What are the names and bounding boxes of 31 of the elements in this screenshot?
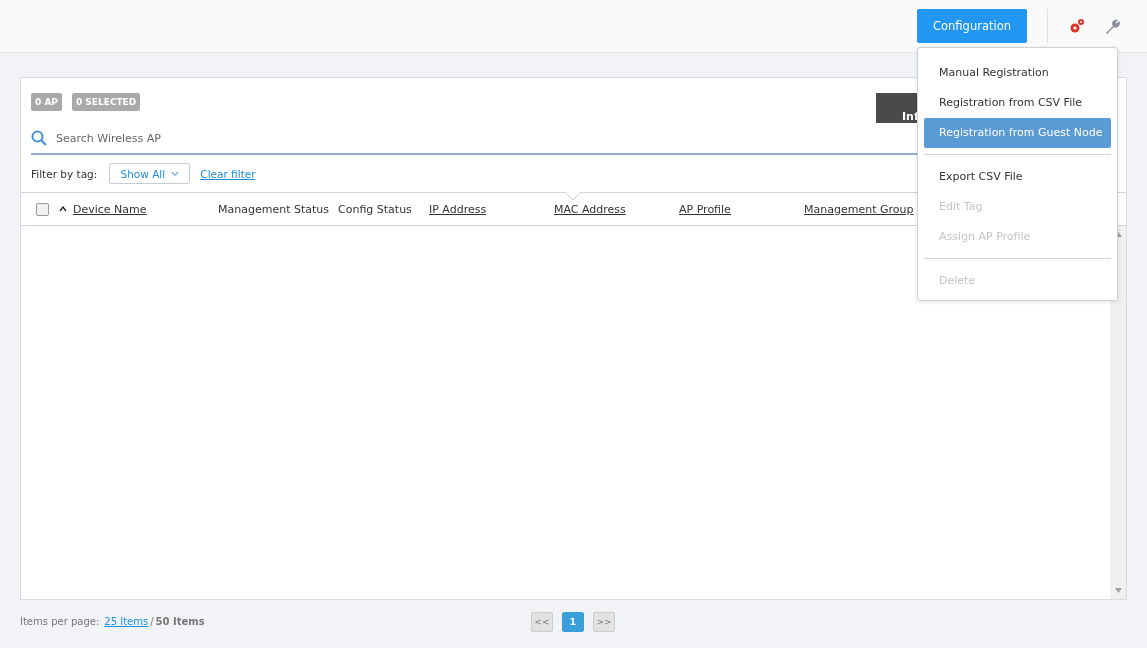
select-all-checkbox[interactable] — [36, 202, 49, 216]
items-per-page-label: Items per page: — [20, 616, 100, 627]
menu-item[interactable]: Export CSV File — [924, 162, 1111, 192]
menu-item[interactable]: Registration from CSV File — [924, 88, 1111, 118]
count-badge: 0 SELECTED — [71, 93, 141, 111]
page-button[interactable]: 1 — [562, 611, 584, 632]
filter-label: Filter by tag: — [31, 167, 98, 180]
clear-filter-link[interactable]: Clear filter — [200, 167, 256, 180]
column-header[interactable]: AP Profile — [679, 202, 731, 216]
column-header[interactable]: IP Address — [429, 202, 487, 216]
column-header[interactable]: MAC Address — [554, 202, 626, 216]
search-icon — [31, 130, 47, 146]
column-header: Config Status — [338, 202, 412, 216]
column-header: Management Status — [218, 202, 329, 216]
page-button[interactable]: << — [531, 611, 553, 632]
scroll-down-icon[interactable] — [1114, 588, 1122, 593]
items-per-page-link[interactable]: 25 Items — [104, 616, 149, 627]
count-badge: 0 AP — [31, 93, 62, 111]
page-button[interactable]: >> — [593, 611, 615, 632]
total-items: 50 Items — [155, 616, 205, 627]
gears-icon[interactable] — [1068, 17, 1086, 35]
menu-item[interactable]: Manual Registration — [924, 58, 1111, 88]
column-header[interactable]: Device Name — [73, 202, 147, 216]
column-header[interactable]: Management Group — [804, 202, 914, 216]
configuration-button[interactable]: Configuration — [917, 9, 1027, 43]
scrollbar[interactable] — [1110, 226, 1126, 599]
sort-caret-icon[interactable] — [59, 206, 67, 212]
chevron-down-icon — [171, 170, 180, 177]
menu-item[interactable]: Registration from Guest Node — [924, 118, 1111, 148]
tag-dropdown[interactable]: Show All — [109, 163, 191, 184]
separator: / — [150, 616, 154, 627]
